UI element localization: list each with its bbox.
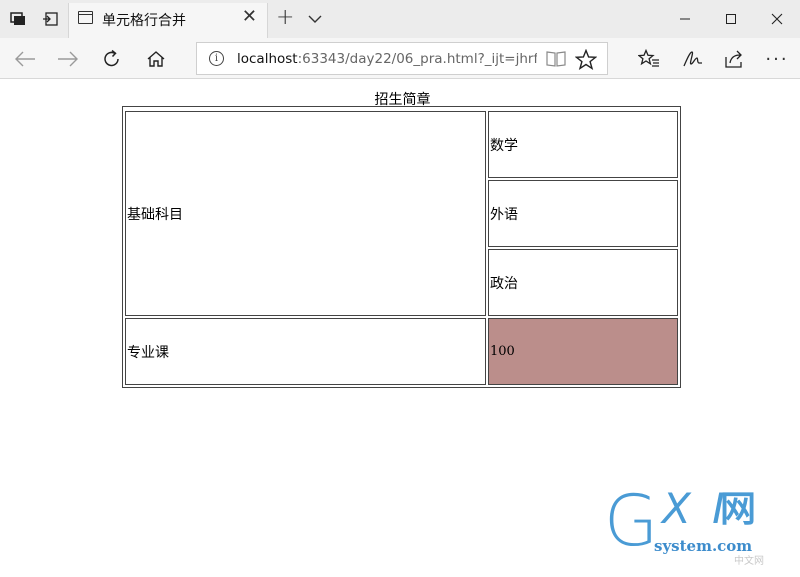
tab-manager-icon[interactable] [4,0,32,38]
star-icon[interactable] [574,48,598,74]
page-viewport: 招生简章 基础科目 数学 外语 政治 专业课 100 G X I 网 syste… [0,80,800,577]
minimize-button[interactable] [662,0,708,38]
page-icon [78,11,93,24]
table-caption: 招生简章 [374,92,431,108]
browser-tab-active[interactable]: 单元格行合并 ✕ [68,3,268,38]
table-row: 基础科目 数学 [125,111,678,316]
site-watermark: G X I 网 system.com 中文网 [604,480,800,575]
tab-title: 单元格行合并 [102,13,186,29]
pen-icon[interactable] [677,44,707,74]
subject-cell-basic: 基础科目 [125,111,486,316]
close-window-button[interactable] [754,0,800,38]
more-icon[interactable]: ··· [762,44,792,74]
url-text[interactable]: localhost:63343/day22/06_pra.html?_ijt=j… [237,51,537,67]
subject-cell-major: 专业课 [125,318,486,385]
home-icon[interactable] [141,44,171,74]
favorites-icon[interactable] [634,44,664,74]
info-icon[interactable]: i [209,51,224,66]
more-glyph: ··· [765,48,789,70]
address-bar[interactable]: i localhost:63343/day22/06_pra.html?_ijt… [196,42,608,75]
refresh-icon[interactable] [97,44,127,74]
set-aside-tabs-icon[interactable] [36,0,64,38]
back-arrow-icon[interactable] [10,44,40,74]
item-cell-math: 数学 [488,111,678,178]
watermark-xi: X I [662,484,729,533]
item-cell-politics: 政治 [488,249,678,316]
chevron-down-icon[interactable] [308,9,322,28]
admissions-table: 招生简章 基础科目 数学 外语 政治 专业课 100 [122,92,681,388]
watermark-sub: 中文网 [734,556,764,567]
url-host: localhost [237,51,298,67]
browser-toolbar: i localhost:63343/day22/06_pra.html?_ijt… [0,38,800,79]
score-cell: 100 [488,318,678,385]
watermark-g: G [604,480,659,562]
reading-view-icon[interactable] [546,50,566,72]
forward-arrow-icon[interactable] [53,44,83,74]
table-row: 专业课 100 [125,318,678,385]
new-tab-button[interactable]: + [276,7,294,29]
watermark-wang: 网 [720,489,757,530]
maximize-button[interactable] [708,0,754,38]
url-rest: :63343/day22/06_pra.html?_ijt=jhrfglh70h… [297,51,537,67]
title-bar: 单元格行合并 ✕ + [0,0,800,38]
close-tab-icon[interactable]: ✕ [242,8,257,26]
share-icon[interactable] [720,44,750,74]
item-cell-language: 外语 [488,180,678,247]
